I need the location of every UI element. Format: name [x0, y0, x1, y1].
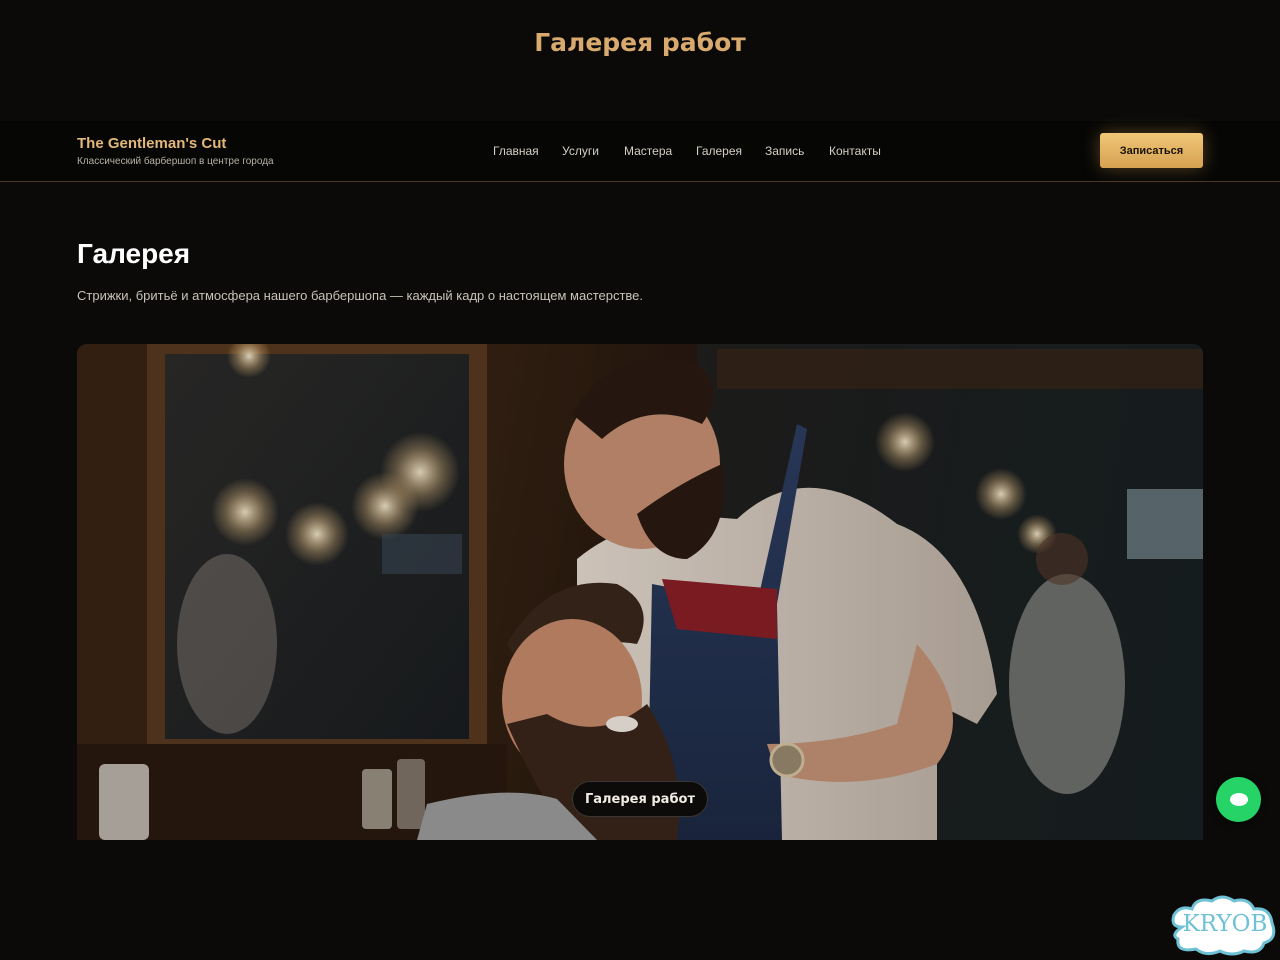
- gallery-caption: Галерея работ: [572, 781, 708, 817]
- gallery-photo[interactable]: [77, 344, 1203, 840]
- navbar: The Gentleman's Cut Классический барберш…: [0, 121, 1280, 182]
- brand-name[interactable]: The Gentleman's Cut: [77, 135, 226, 152]
- book-button[interactable]: Записаться: [1100, 133, 1203, 168]
- nav-link-gallery[interactable]: Галерея: [696, 144, 742, 158]
- page-heading: Галерея работ: [534, 28, 746, 57]
- nav-link-booking[interactable]: Запись: [765, 144, 804, 158]
- gallery-title: Галерея: [77, 238, 191, 269]
- chat-icon: [1229, 793, 1248, 806]
- gallery-subtitle: Стрижки, бритьё и атмосфера нашего барбе…: [77, 288, 644, 303]
- nav-link-home[interactable]: Главная: [493, 144, 539, 158]
- nav-link-services[interactable]: Услуги: [562, 144, 599, 158]
- barber-scene-illustration: [77, 344, 1203, 840]
- nav-link-contacts[interactable]: Контакты: [829, 144, 881, 158]
- chat-widget-button[interactable]: [1216, 777, 1261, 822]
- watermark-text: KRYOB: [1182, 911, 1268, 937]
- nav-link-masters[interactable]: Мастера: [624, 144, 672, 158]
- brand-tagline: Классический барбершоп в центре города: [77, 156, 274, 167]
